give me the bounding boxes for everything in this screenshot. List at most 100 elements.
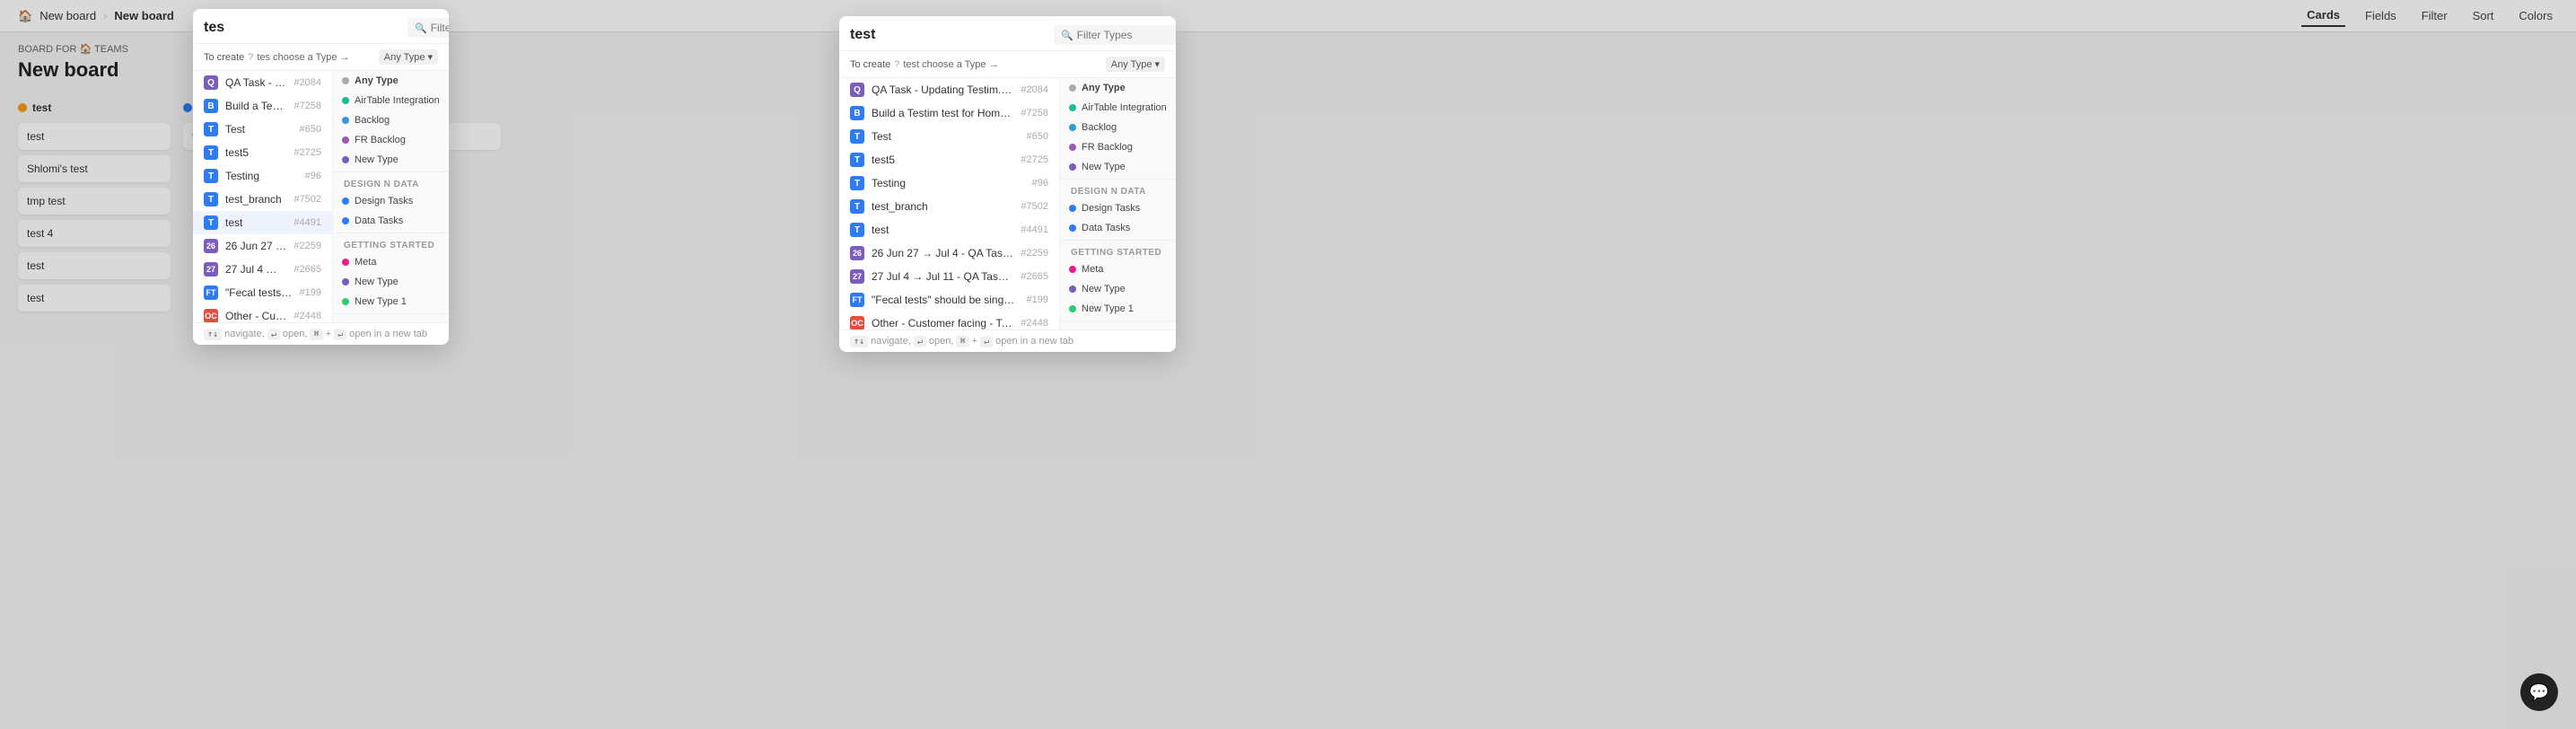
list-item[interactable]: T Testing #96: [839, 171, 1059, 195]
any-type-badge-right[interactable]: Any Type ▾: [1106, 57, 1165, 72]
type-dot: [1069, 104, 1076, 111]
type-filter-design-tasks-right[interactable]: Design Tasks: [1060, 198, 1176, 218]
popup-left-filter-input[interactable]: [431, 22, 449, 34]
section-label: OKR: [1060, 323, 1176, 329]
item-icon: T: [850, 176, 864, 190]
list-item[interactable]: T Test #650: [193, 118, 332, 141]
kbd-enter-2: ↵: [334, 329, 346, 340]
list-item[interactable]: T test_branch #7502: [193, 188, 332, 211]
item-id: #4491: [1021, 224, 1048, 235]
list-item[interactable]: 26 26 Jun 27 → Jul 4 - QA Task - Updatin…: [193, 234, 332, 258]
type-filter-backlog[interactable]: Backlog: [333, 110, 449, 130]
list-item[interactable]: T Testing #96: [193, 164, 332, 188]
item-icon: 26: [204, 239, 218, 253]
list-item[interactable]: B Build a Testim test for Home Bundle di…: [839, 101, 1059, 125]
type-filter-design-tasks[interactable]: Design Tasks: [333, 191, 449, 211]
type-filter-data-tasks-right[interactable]: Data Tasks: [1060, 218, 1176, 238]
popup-right-list: Q QA Task - Updating Testim.io tests in …: [839, 78, 1059, 329]
help-icon-right: ?: [894, 59, 899, 70]
type-label: FR Backlog: [1082, 142, 1133, 153]
item-text: Other - Customer facing - Testing channe…: [225, 310, 286, 322]
item-icon: T: [850, 199, 864, 214]
popup-right-header: 🔍 ✕: [839, 16, 1176, 51]
list-item[interactable]: FT "Fecal tests" should be singular ("Fe…: [193, 281, 332, 304]
type-filter-data-tasks[interactable]: Data Tasks: [333, 211, 449, 231]
type-filter-new-type-2[interactable]: New Type: [333, 272, 449, 292]
list-item[interactable]: Q QA Task - Updating Testim.io tests in …: [193, 71, 332, 94]
list-item[interactable]: T test5 #2725: [839, 148, 1059, 171]
list-item[interactable]: B Build a Testim test for Home Bundle di…: [193, 94, 332, 118]
type-filter-fr-backlog[interactable]: FR Backlog: [333, 130, 449, 150]
item-icon: T: [204, 145, 218, 160]
item-id: #199: [300, 287, 321, 298]
type-dot: [1069, 224, 1076, 232]
list-item[interactable]: 26 26 Jun 27 → Jul 4 - QA Task - Updatin…: [839, 242, 1059, 265]
item-id: #2725: [294, 147, 321, 158]
help-icon-left: ?: [248, 52, 253, 63]
create-hint-right: test choose a Type →: [903, 59, 998, 70]
type-filter-any[interactable]: Any Type: [333, 71, 449, 91]
item-id: #2259: [294, 241, 321, 251]
popup-right-search-input[interactable]: [850, 27, 1047, 43]
item-text: test_branch: [225, 193, 286, 206]
item-text: Other - Customer facing - Testing channe…: [872, 317, 1013, 329]
list-item[interactable]: 27 27 Jul 4 → Jul 11 - QA Task - Updatin…: [839, 265, 1059, 288]
popup-right-filter-input[interactable]: [1077, 29, 1176, 41]
kbd-cmd: ⌘: [310, 329, 322, 340]
item-id: #7258: [294, 101, 321, 111]
type-filter-airtable[interactable]: AirTable Integration: [333, 91, 449, 110]
list-item[interactable]: OC Other - Customer facing - Testing cha…: [193, 304, 332, 322]
chat-fab[interactable]: 💬: [2520, 673, 2558, 711]
type-filter-new-type[interactable]: New Type: [333, 150, 449, 170]
popup-left-footer: ↑↓ navigate, ↵ open, ⌘ + ↵ open in a new…: [193, 322, 449, 345]
list-item[interactable]: T Test #650: [839, 125, 1059, 148]
item-id: #2084: [294, 77, 321, 88]
item-icon: OC: [204, 309, 218, 322]
item-id: #2259: [1021, 248, 1048, 259]
item-text: test: [872, 224, 1013, 236]
item-icon: T: [204, 169, 218, 183]
type-label: New Type: [355, 277, 399, 287]
any-type-badge[interactable]: Any Type ▾: [379, 49, 438, 65]
item-text: QA Task - Updating Testim.io tests in or…: [872, 83, 1013, 96]
list-item-highlighted[interactable]: T test #4491: [193, 211, 332, 234]
list-item[interactable]: Q QA Task - Updating Testim.io tests in …: [839, 78, 1059, 101]
type-filter-fr-backlog-right[interactable]: FR Backlog: [1060, 137, 1176, 157]
type-label: Backlog: [1082, 122, 1117, 133]
type-dot: [342, 278, 349, 285]
list-item[interactable]: T test5 #2725: [193, 141, 332, 164]
list-item[interactable]: T test #4491: [839, 218, 1059, 242]
list-item[interactable]: OC Other - Customer facing - Testing cha…: [839, 312, 1059, 329]
type-filter-backlog-right[interactable]: Backlog: [1060, 118, 1176, 137]
item-text: "Fecal tests" should be singular ("Fecal…: [872, 294, 1020, 306]
item-icon: T: [204, 122, 218, 136]
type-label: New Type: [1082, 284, 1126, 294]
item-id: #199: [1027, 294, 1048, 305]
popup-right-search-row: 🔍 ✕: [850, 25, 1165, 45]
list-item[interactable]: T test_branch #7502: [839, 195, 1059, 218]
create-label-left: To create: [204, 52, 244, 63]
type-filter-new-type-1-right[interactable]: New Type 1: [1060, 299, 1176, 319]
type-filter-new-type-1[interactable]: New Type 1: [333, 292, 449, 312]
type-filter-meta[interactable]: Meta: [333, 252, 449, 272]
create-hint-left: tes choose a Type →: [257, 52, 349, 63]
search-icon-right: 🔍: [1061, 30, 1073, 41]
item-icon: T: [204, 215, 218, 230]
section-label: Getting Started: [333, 235, 449, 252]
type-filter-airtable-right[interactable]: AirTable Integration: [1060, 98, 1176, 118]
popup-left-search-input[interactable]: [204, 20, 400, 36]
divider: [1060, 240, 1176, 241]
item-id: #7502: [1021, 201, 1048, 212]
item-text: Testing: [872, 177, 1025, 189]
type-label: AirTable Integration: [355, 95, 440, 106]
type-filter-new-type-right[interactable]: New Type: [1060, 157, 1176, 177]
item-text: test5: [225, 146, 286, 159]
type-label: AirTable Integration: [1082, 102, 1167, 113]
list-item[interactable]: 27 27 Jul 4 → Jul 11 - QA Task - Updatin…: [193, 258, 332, 281]
type-filter-meta-right[interactable]: Meta: [1060, 259, 1176, 279]
list-item[interactable]: FT "Fecal tests" should be singular ("Fe…: [839, 288, 1059, 312]
kbd-enter-r: ↵: [914, 336, 926, 347]
type-filter-new-type-r2[interactable]: New Type: [1060, 279, 1176, 299]
type-filter-any-right[interactable]: Any Type: [1060, 78, 1176, 98]
kbd-enter: ↵: [267, 329, 280, 340]
